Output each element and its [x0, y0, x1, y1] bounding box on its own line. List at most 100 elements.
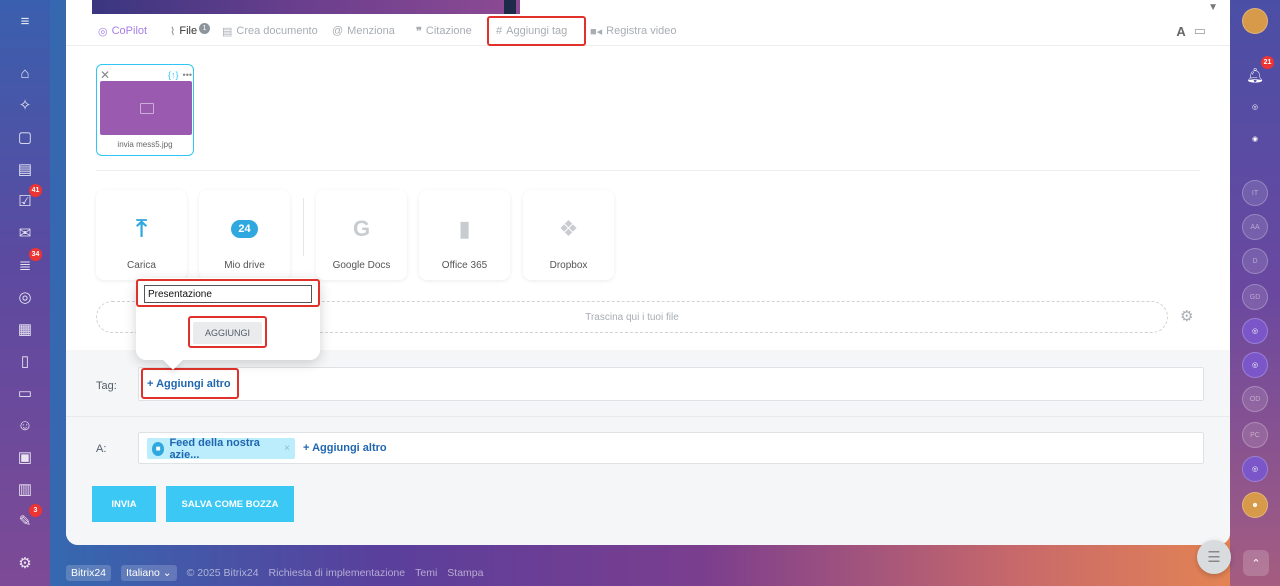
mention-button[interactable]: @ Menziona [332, 18, 395, 44]
editor-toolbar: ◎ CoPilot ⌇ File 1 ▤ Crea documento @ Me… [66, 16, 1230, 46]
remove-attachment-icon[interactable]: ✕ [100, 68, 114, 82]
approvals-icon[interactable]: ✎ 3 [14, 504, 42, 532]
brand-link[interactable]: Bitrix24 [66, 565, 112, 581]
thumbnail-header: ✕ {↑} ••• [100, 68, 192, 82]
send-button[interactable]: INVIA [92, 486, 156, 522]
target-icon[interactable]: ◎ [14, 286, 36, 308]
page-footer: Bitrix24 Italiano ⌄ © 2025 Bitrix24 Rich… [66, 560, 483, 586]
ai-edit-icon[interactable]: {↑} [168, 70, 179, 80]
panel-toggle-icon[interactable]: ▭ [1194, 23, 1206, 39]
group-avatar[interactable]: ☻ [1242, 492, 1268, 518]
dropzone-text: Trascina qui i tuoi file [585, 311, 679, 323]
upload-icon: ⤒ [136, 215, 147, 242]
notifications-icon[interactable]: 🔔︎ 21 [1242, 56, 1274, 88]
add-recipient-link[interactable]: + Aggiungi altro [303, 442, 387, 454]
mention-label: Menziona [347, 25, 395, 37]
save-draft-button[interactable]: SALVA COME BOZZA [166, 486, 294, 522]
approvals-badge: 3 [29, 504, 42, 517]
recipients-field[interactable]: ■ Feed della nostra azie... × + Aggiungi… [138, 432, 1204, 464]
mail-icon[interactable]: ✉ [14, 222, 36, 244]
copilot-chat-avatar[interactable]: ◎ [1242, 352, 1268, 378]
implementation-link[interactable]: Richiesta di implementazione [269, 567, 406, 579]
chat-icon[interactable]: ▢ [14, 126, 36, 148]
feed-icon[interactable]: ≣ 34 [14, 248, 42, 276]
divider [96, 170, 1200, 171]
chat-avatar[interactable]: PC [1242, 422, 1268, 448]
home-icon[interactable]: ⌂ [14, 62, 36, 84]
previous-image-preview [92, 0, 520, 14]
calendar-icon[interactable]: ▦ [14, 318, 36, 340]
tasks-icon[interactable]: ☑ 41 [14, 184, 42, 212]
quote-button[interactable]: ❞ Citazione [416, 18, 472, 44]
recipient-chip[interactable]: ■ Feed della nostra azie... × [147, 436, 295, 461]
highlight-box [188, 316, 267, 348]
paperclip-icon: ⌇ [170, 25, 176, 38]
documents-icon[interactable]: ▤ [14, 158, 36, 180]
highlight-box [141, 368, 239, 399]
file-icon[interactable]: ▯ [14, 350, 36, 372]
file-count-badge: 1 [199, 22, 211, 34]
copilot-chat-icon[interactable]: ◎ [1242, 94, 1268, 120]
drive-icon[interactable]: ▭ [14, 382, 36, 404]
tile-label: Carica [127, 260, 156, 271]
copilot-icon: ◎ [98, 25, 108, 38]
upload-tile-dropbox[interactable]: ❖ Dropbox [523, 190, 614, 280]
file-button[interactable]: ⌇ File 1 [170, 18, 211, 44]
quote-icon: ❞ [416, 25, 422, 38]
office-icon: ▮ [458, 216, 471, 241]
tile-divider [303, 198, 304, 256]
quote-label: Citazione [425, 25, 472, 37]
themes-link[interactable]: Temi [415, 567, 437, 579]
create-document-label: Crea documento [236, 25, 318, 37]
schedule-icon[interactable]: ▥ [14, 478, 36, 500]
more-options-icon[interactable]: ••• [183, 70, 192, 80]
tag-label: Tag: [96, 380, 117, 392]
notifications-badge: 21 [1261, 56, 1274, 69]
create-document-button[interactable]: ▤ Crea documento [222, 18, 318, 44]
people-icon[interactable]: ☺ [14, 414, 36, 436]
chat-avatar[interactable]: GD [1242, 284, 1268, 310]
toolbar-right: A ▭ [1176, 23, 1206, 39]
chat-avatar[interactable]: OD [1242, 386, 1268, 412]
right-sidebar: 🔔︎ 21 ◎ ◉ IT AA D GD ◎ ◎ OD PC ◎ ☻ [1230, 0, 1280, 586]
upload-tile-carica[interactable]: ⤒ Carica [96, 190, 187, 280]
divider [66, 416, 1230, 417]
attachment-thumbnail[interactable]: ✕ {↑} ••• invia mess5.jpg [96, 64, 194, 156]
upload-tile-office-365[interactable]: ▮ Office 365 [419, 190, 510, 280]
chat-avatar[interactable]: D [1242, 248, 1268, 274]
board-icon[interactable]: ▣ [14, 446, 36, 468]
user-avatar[interactable] [1242, 8, 1268, 34]
language-selector[interactable]: Italiano ⌄ [121, 565, 177, 581]
menu-icon[interactable]: ≡ [14, 10, 36, 32]
chat-avatar[interactable]: AA [1242, 214, 1268, 240]
left-sidebar: ≡ ⌂ ✧ ▢ ▤ ☑ 41 ✉ ≣ 34 ◎ ▦ ▯ ▭ ☺ ▣ ▥ ✎ 3 … [0, 0, 50, 586]
print-link[interactable]: Stampa [447, 567, 483, 579]
copilot-icon[interactable]: ✧ [14, 94, 36, 116]
tag-field[interactable]: + Aggiungi altro [138, 367, 1204, 401]
cloud-24-icon: 24 [199, 214, 290, 244]
upload-settings-icon[interactable]: ⚙ [1180, 307, 1193, 325]
tasks-badge: 41 [29, 184, 42, 197]
collapse-arrow-icon[interactable]: ▼ [1208, 2, 1218, 13]
attachment-image-preview [100, 81, 192, 135]
messenger-icon[interactable]: ◉ [1242, 126, 1268, 152]
menu-list-icon[interactable]: ☰ [1197, 540, 1231, 574]
scroll-up-icon[interactable]: ⌃ [1243, 550, 1269, 576]
remove-recipient-icon[interactable]: × [284, 443, 290, 454]
upload-tile-mio-drive[interactable]: 24 Mio drive [199, 190, 290, 280]
post-editor-panel: ▼ ◎ CoPilot ⌇ File 1 ▤ Crea documento @ … [66, 0, 1230, 545]
highlight-box [136, 279, 320, 307]
record-video-button[interactable]: ■◂ Registra video [590, 18, 677, 44]
recipient-name: Feed della nostra azie... [169, 436, 260, 461]
copilot-button[interactable]: ◎ CoPilot [98, 18, 147, 44]
font-format-button[interactable]: A [1176, 24, 1185, 39]
highlight-box [487, 16, 586, 46]
company-feed-icon: ■ [152, 441, 165, 456]
google-icon: G [352, 216, 371, 241]
upload-tile-google-docs[interactable]: G Google Docs [316, 190, 407, 280]
copilot-chat-avatar[interactable]: ◎ [1242, 456, 1268, 482]
dropbox-icon: ❖ [558, 216, 579, 241]
settings-icon[interactable]: ⚙ [14, 552, 36, 574]
copilot-chat-avatar[interactable]: ◎ [1242, 318, 1268, 344]
chat-avatar[interactable]: IT [1242, 180, 1268, 206]
